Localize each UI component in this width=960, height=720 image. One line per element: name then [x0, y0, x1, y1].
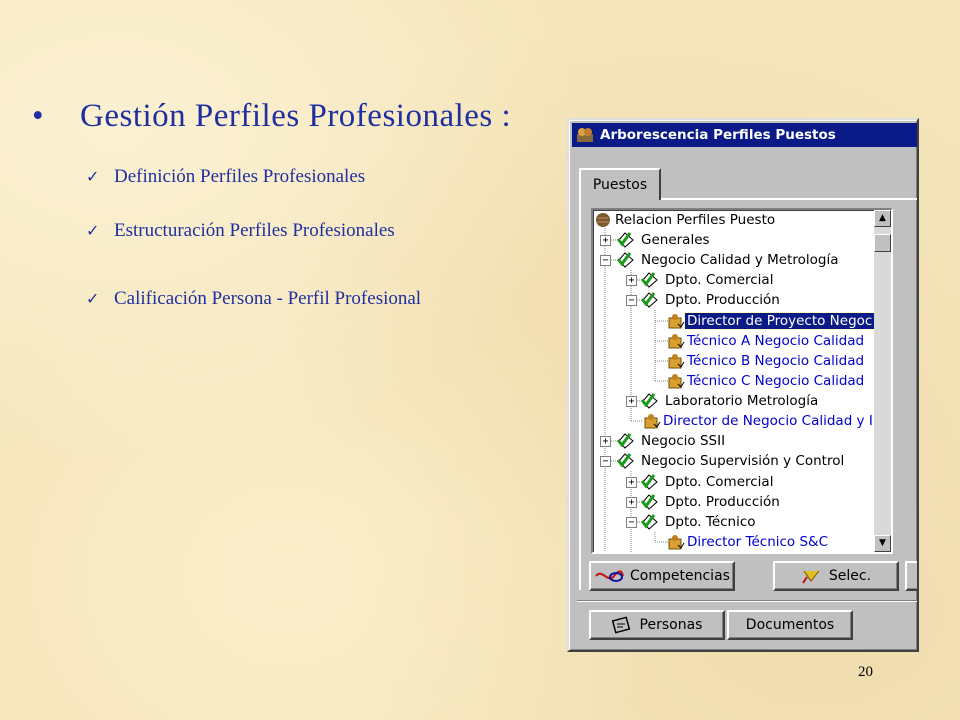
- slide-title-text: Gestión Perfiles Profesionales :: [80, 98, 512, 134]
- expand-toggle[interactable]: +: [626, 275, 637, 286]
- documentos-label: Documentos: [745, 617, 835, 633]
- tree-leaf-tecnico-a[interactable]: Técnico A Negocio Calidad: [667, 331, 866, 351]
- tree-node-dpto-comercial-2[interactable]: Dpto. Comercial: [641, 472, 775, 492]
- tab-puestos[interactable]: Puestos: [579, 168, 661, 200]
- tree-node-label: Negocio SSII: [641, 433, 726, 449]
- tree-node-dpto-produccion-2[interactable]: Dpto. Producción: [641, 492, 782, 512]
- tree-node-label: Dpto. Producción: [665, 292, 780, 308]
- tree-leaf-tecnico-c[interactable]: Técnico C Negocio Calidad: [667, 371, 866, 391]
- tree-node-label: Dpto. Comercial: [665, 272, 774, 288]
- collapse-toggle[interactable]: −: [626, 295, 637, 306]
- expand-toggle[interactable]: +: [626, 396, 637, 407]
- tree-node-label: Director de Negocio Calidad y I: [663, 413, 873, 429]
- tree-node-label: Laboratorio Metrología: [665, 393, 819, 409]
- tree-node-negocio-supervision[interactable]: Negocio Supervisión y Control: [617, 451, 846, 471]
- documentos-button[interactable]: Documentos: [727, 610, 853, 640]
- tree-scrollbar[interactable]: ▲ ▼: [874, 210, 891, 552]
- scroll-thumb[interactable]: [874, 234, 891, 252]
- tree-node-generales[interactable]: Generales: [617, 230, 712, 250]
- check-folder-icon: [617, 252, 634, 268]
- expand-toggle[interactable]: +: [600, 436, 611, 447]
- tree-node-label: Relacion Perfiles Puesto: [615, 212, 776, 228]
- check-folder-icon: [617, 433, 634, 449]
- tree-node-label: Técnico B Negocio Calidad: [687, 353, 865, 369]
- selec-label: Selec.: [828, 568, 872, 584]
- selec-icon: [802, 570, 820, 584]
- competencias-icon: [595, 570, 625, 582]
- bullet-item-definicion: ✓ Definición Perfiles Profesionales: [86, 166, 365, 188]
- checkmark-icon: ✓: [86, 289, 100, 308]
- check-folder-icon: [617, 232, 634, 248]
- bullet-item-estructuracion: ✓ Estructuración Perfiles Profesionales: [86, 220, 395, 242]
- person-badge-icon: [668, 354, 685, 369]
- tree-node-dpto-tecnico[interactable]: Dpto. Técnico: [641, 512, 758, 532]
- checkmark-icon: ✓: [86, 221, 100, 240]
- tree-node-dpto-comercial[interactable]: Dpto. Comercial: [641, 270, 775, 290]
- collapse-toggle[interactable]: −: [600, 456, 611, 467]
- tree-leaf-tecnico-b[interactable]: Técnico B Negocio Calidad: [667, 351, 866, 371]
- tree-node-dpto-produccion[interactable]: Dpto. Producción: [641, 290, 782, 310]
- slide-title: • Gestión Perfiles Profesionales :: [32, 98, 511, 135]
- tree-leaf-director-negocio[interactable]: Director de Negocio Calidad y I: [643, 411, 875, 431]
- tree-node-label: Generales: [641, 232, 710, 248]
- tree-node-label: Técnico C Negocio Calidad: [687, 373, 865, 389]
- bullet-item-text: Calificación Persona - Perfil Profesiona…: [114, 288, 422, 309]
- tree-leaf-director-proyecto[interactable]: Director de Proyecto Negoc: [667, 311, 876, 331]
- expand-toggle[interactable]: +: [600, 235, 611, 246]
- tree-node-label: Director Técnico S&C: [687, 534, 829, 550]
- scroll-down-button[interactable]: ▼: [874, 535, 891, 552]
- bullet-item-text: Definición Perfiles Profesionales: [114, 166, 366, 187]
- tree-node-label: Dpto. Técnico: [665, 514, 756, 530]
- globe-icon: [596, 213, 610, 227]
- expand-toggle[interactable]: +: [626, 497, 637, 508]
- tree-node-label: Negocio Supervisión y Control: [641, 453, 845, 469]
- tree-leaf-director-tecnico[interactable]: Director Técnico S&C: [667, 532, 830, 552]
- tree-node-label: Director de Proyecto Negoc: [683, 312, 876, 330]
- person-badge-icon: [644, 414, 661, 429]
- extra-button-clipped[interactable]: [905, 561, 917, 591]
- separator: [577, 600, 917, 602]
- scroll-up-button[interactable]: ▲: [874, 210, 891, 227]
- person-badge-icon: [668, 334, 685, 349]
- title-bullet: •: [32, 98, 45, 134]
- check-folder-icon: [641, 393, 658, 409]
- app-window: Arborescencia Perfiles Puestos Puestos R…: [567, 118, 919, 652]
- tree-node-label: Dpto. Comercial: [665, 474, 774, 490]
- tree-view[interactable]: Relacion Perfiles Puesto + Generales − N…: [591, 208, 893, 554]
- check-folder-icon: [641, 474, 658, 490]
- tree-node-negocio-ssii[interactable]: Negocio SSII: [617, 431, 727, 451]
- expand-toggle[interactable]: +: [626, 477, 637, 488]
- tree-root[interactable]: Relacion Perfiles Puesto: [595, 210, 777, 230]
- check-folder-icon: [617, 453, 634, 469]
- personas-button[interactable]: Personas: [589, 610, 725, 640]
- window-titlebar[interactable]: Arborescencia Perfiles Puestos: [572, 123, 917, 147]
- selec-button[interactable]: Selec.: [773, 561, 899, 591]
- tree-node-label: Negocio Calidad y Metrología: [641, 252, 839, 268]
- checkmark-icon: ✓: [86, 167, 100, 186]
- competencias-button[interactable]: Competencias: [589, 561, 735, 591]
- check-folder-icon: [641, 292, 658, 308]
- competencias-label: Competencias: [630, 568, 730, 584]
- collapse-toggle[interactable]: −: [600, 255, 611, 266]
- collapse-toggle[interactable]: −: [626, 517, 637, 528]
- person-badge-icon: [668, 314, 685, 329]
- check-folder-icon: [641, 514, 658, 530]
- tree-node-label: Técnico A Negocio Calidad: [687, 333, 865, 349]
- person-badge-icon: [668, 535, 685, 550]
- tree-node-laboratorio[interactable]: Laboratorio Metrología: [641, 391, 820, 411]
- check-folder-icon: [641, 272, 658, 288]
- tree-node-negocio-calidad[interactable]: Negocio Calidad y Metrología: [617, 250, 841, 270]
- page-number: 20: [858, 664, 873, 680]
- personas-icon: [611, 616, 630, 634]
- personas-label: Personas: [639, 617, 703, 633]
- person-badge-icon: [668, 374, 685, 389]
- bullet-item-calificacion: ✓ Calificación Persona - Perfil Profesion…: [86, 288, 421, 310]
- app-icon: [577, 128, 593, 142]
- bullet-item-text: Estructuración Perfiles Profesionales: [114, 220, 395, 241]
- tree-node-label: Dpto. Producción: [665, 494, 780, 510]
- window-title: Arborescencia Perfiles Puestos: [600, 127, 836, 143]
- check-folder-icon: [641, 494, 658, 510]
